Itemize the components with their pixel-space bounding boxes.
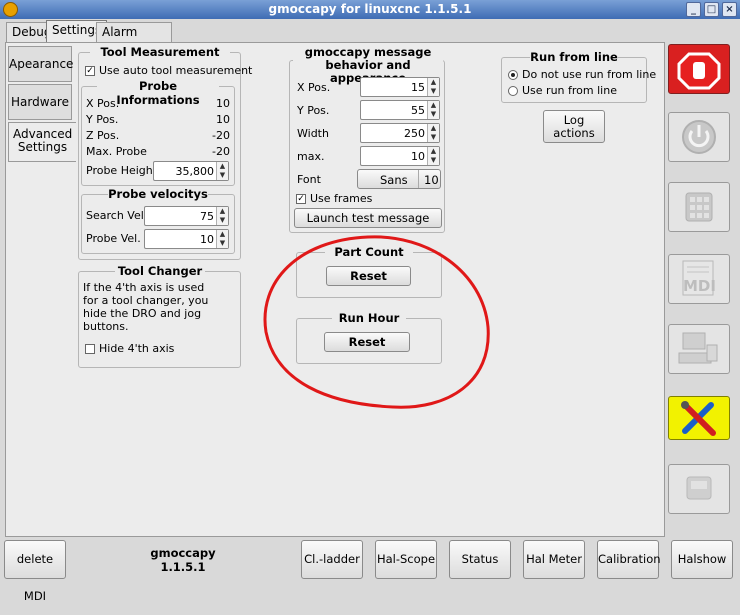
z-pos-value: -20 — [212, 129, 230, 142]
hide-4th-axis-checkbox[interactable] — [85, 344, 95, 354]
spin-arrows-icon[interactable]: ▲ ▼ — [427, 124, 439, 142]
spin-arrows-icon[interactable]: ▲ ▼ — [427, 78, 439, 96]
msg-y-pos-label: Y Pos. — [297, 104, 330, 117]
probe-vel-value: 10 — [200, 233, 214, 246]
font-chooser-button[interactable]: Sans 10 — [357, 169, 441, 189]
msg-max-label: max. — [297, 150, 325, 163]
auto-mode-button[interactable] — [668, 324, 730, 374]
app-version-label: 1.1.5.1 — [160, 560, 206, 574]
title-bar: gmoccapy for linuxcnc 1.1.5.1 _ □ × — [0, 0, 740, 19]
power-icon — [682, 120, 716, 154]
max-probe-value: -20 — [212, 145, 230, 158]
spin-arrows-icon[interactable]: ▲ ▼ — [216, 162, 228, 180]
halshow-button[interactable]: Halshow — [671, 540, 733, 579]
spin-arrows-icon[interactable]: ▲ ▼ — [216, 230, 228, 248]
log-actions-button[interactable]: Log actions — [543, 110, 605, 143]
app-name-label: gmoccapy — [150, 546, 216, 560]
use-run-from-line-label: Use run from line — [522, 84, 617, 97]
search-vel-label: Search Vel. — [86, 209, 148, 222]
use-run-from-line-radio[interactable] — [508, 86, 518, 96]
spin-arrows-icon[interactable]: ▲ ▼ — [216, 207, 228, 225]
cl-ladder-button[interactable]: Cl.-ladder — [301, 540, 363, 579]
msg-width-label: Width — [297, 127, 329, 140]
window-title: gmoccapy for linuxcnc 1.1.5.1 — [268, 2, 472, 16]
tool-measurement-title: Tool Measurement — [90, 45, 230, 59]
hal-scope-button[interactable]: Hal-Scope — [375, 540, 437, 579]
z-pos-label: Z Pos. — [86, 129, 120, 142]
no-run-from-line-label: Do not use run from line — [522, 68, 657, 81]
calibration-button[interactable]: Calibration — [597, 540, 661, 579]
auto-measure-checkbox[interactable]: ✓ — [85, 66, 95, 76]
use-frames-checkbox[interactable]: ✓ — [296, 194, 306, 204]
no-run-from-line-radio[interactable] — [508, 70, 518, 80]
hide-4th-axis-label: Hide 4'th axis — [99, 342, 175, 355]
probe-velocity-title: Probe velocitys — [108, 187, 208, 201]
manual-mode-button[interactable] — [668, 182, 730, 232]
x-pos-label: X Pos. — [86, 97, 120, 110]
estop-hand-icon — [677, 52, 721, 90]
msg-max-value: 10 — [411, 150, 425, 163]
font-name: Sans — [380, 173, 408, 187]
power-button[interactable] — [668, 112, 730, 162]
settings-mode-button[interactable] — [668, 396, 730, 440]
y-pos-label: Y Pos. — [86, 113, 119, 126]
manual-keypad-icon — [685, 192, 713, 222]
close-icon[interactable]: × — [722, 2, 737, 17]
probe-height-spin[interactable]: 35,800 ▲ ▼ — [153, 161, 229, 181]
probe-height-label: Probe Height — [86, 164, 158, 177]
tool-changer-title: Tool Changer — [115, 264, 205, 278]
msg-y-pos-spin[interactable]: 55 ▲ ▼ — [360, 100, 440, 120]
search-vel-spin[interactable]: 75 ▲ ▼ — [144, 206, 229, 226]
probe-vel-spin[interactable]: 10 ▲ ▼ — [144, 229, 229, 249]
mdi-icon-label: MDI — [683, 277, 716, 295]
tool-changer-text: If the 4'th axis is used for a tool chan… — [83, 281, 209, 333]
mdi-mode-button[interactable]: MDI — [668, 254, 730, 304]
annotation-circle — [263, 235, 490, 409]
launch-test-message-button[interactable]: Launch test message — [294, 208, 442, 228]
msg-x-pos-spin[interactable]: 15 ▲ ▼ — [360, 77, 440, 97]
computer-auto-icon — [678, 332, 718, 364]
msg-width-value: 250 — [404, 127, 425, 140]
y-pos-value: 10 — [216, 113, 230, 126]
vtab-hardware[interactable]: Hardware — [8, 84, 72, 120]
msg-font-label: Font — [297, 173, 321, 186]
user-tabs-button[interactable] — [668, 464, 730, 514]
probe-height-value: 35,800 — [175, 165, 215, 178]
font-divider — [418, 170, 419, 188]
tab-alarm-history[interactable]: Alarm History — [96, 22, 172, 58]
msg-width-spin[interactable]: 250 ▲ ▼ — [360, 123, 440, 143]
x-pos-value: 10 — [216, 97, 230, 110]
delete-mdi-button[interactable]: delete MDI — [4, 540, 66, 603]
user-tabs-icon — [686, 476, 712, 500]
auto-measure-label: Use auto tool measurement — [99, 64, 253, 77]
msg-x-pos-label: X Pos. — [297, 81, 331, 94]
search-vel-value: 75 — [200, 210, 214, 223]
tools-settings-icon — [681, 401, 716, 436]
probe-vel-label: Probe Vel. — [86, 232, 141, 245]
spin-arrows-icon[interactable]: ▲ ▼ — [427, 147, 439, 165]
max-probe-label: Max. Probe — [86, 145, 147, 158]
maximize-icon[interactable]: □ — [704, 2, 719, 17]
msg-x-pos-value: 15 — [411, 81, 425, 94]
vtab-appearance[interactable]: Apearance — [8, 46, 73, 82]
run-from-line-title: Run from line — [530, 50, 618, 64]
estop-button[interactable] — [668, 44, 730, 94]
spin-arrows-icon[interactable]: ▲ ▼ — [427, 101, 439, 119]
font-size: 10 — [424, 173, 439, 187]
msg-max-spin[interactable]: 10 ▲ ▼ — [360, 146, 440, 166]
use-frames-label: Use frames — [310, 192, 373, 205]
minimize-icon[interactable]: _ — [686, 2, 701, 17]
status-button[interactable]: Status — [449, 540, 511, 579]
hal-meter-button[interactable]: Hal Meter — [523, 540, 585, 579]
vtab-advanced-settings[interactable]: Advanced Settings — [8, 122, 76, 162]
msg-y-pos-value: 55 — [411, 104, 425, 117]
